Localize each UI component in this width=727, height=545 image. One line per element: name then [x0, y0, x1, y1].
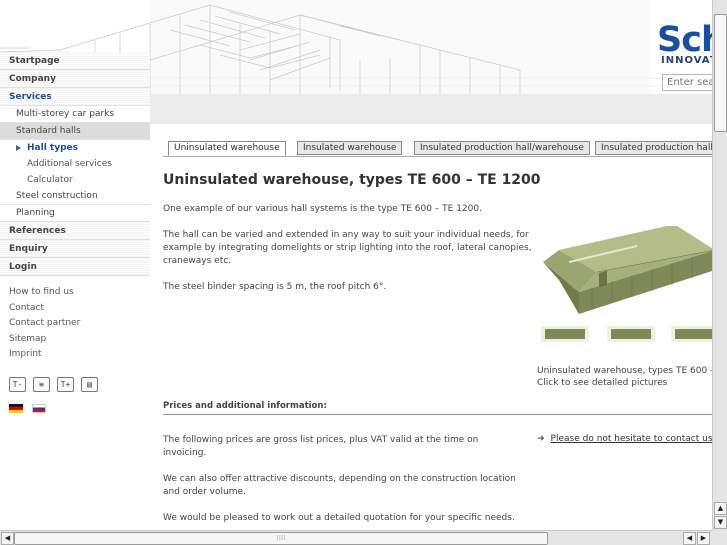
nav-item-references[interactable]: References — [0, 222, 150, 240]
thumbnail-strip — [541, 326, 712, 342]
tab-uninsulated-warehouse[interactable]: Uninsulated warehouse — [168, 141, 286, 156]
nav-item-planning[interactable]: Planning — [0, 205, 150, 222]
nav-item-multi-storey-car-parks[interactable]: Multi-storey car parks — [0, 106, 150, 123]
link-contact[interactable]: Contact — [0, 301, 150, 317]
prices-section: The following prices are gross list pric… — [163, 434, 523, 530]
text-view-icon[interactable]: ≡ — [33, 377, 50, 392]
nav-item-login[interactable]: Login — [0, 258, 150, 276]
contact-us-link[interactable]: ➜ Please do not hesitate to contact us! — [537, 434, 712, 444]
current-page-arrow-icon — [16, 145, 21, 151]
scroll-up-button[interactable]: ▲ — [714, 502, 727, 515]
image-caption[interactable]: Uninsulated warehouse, types TE 600 – T … — [537, 365, 712, 389]
nav-item-services[interactable]: Services — [0, 88, 150, 106]
nav-item-standard-halls[interactable]: Standard halls — [0, 123, 150, 140]
header-band — [150, 94, 712, 124]
quotation-paragraph: We would be pleased to work out a detail… — [163, 513, 515, 523]
nav-item-additional-services[interactable]: Additional services — [0, 156, 150, 172]
horizontal-scrollbar[interactable]: ◀ ⁞⁞⁞⁞ ◀ ▶ — [0, 530, 712, 545]
warehouse-product-image[interactable] — [537, 202, 712, 342]
main-content: Uninsulated warehouse, types TE 600 – TE… — [163, 172, 543, 307]
prices-paragraph: The following prices are gross list pric… — [163, 435, 479, 458]
scroll-left-button[interactable]: ◀ — [1, 532, 14, 545]
scroll-right-button[interactable]: ▶ — [697, 532, 710, 545]
nav-item-startpage[interactable]: Startpage — [0, 52, 150, 70]
nav-item-company[interactable]: Company — [0, 70, 150, 88]
sidebar-nav: Startpage Company Services Multi-storey … — [0, 52, 150, 363]
scroll-left-button-end[interactable]: ◀ — [683, 532, 696, 545]
print-icon[interactable]: ▤ — [81, 377, 98, 392]
browser-viewport: Sch INNOVAT Startpage Company Services M… — [0, 0, 712, 530]
page-title: Uninsulated warehouse, types TE 600 – TE… — [163, 172, 541, 188]
horizontal-scrollbar-thumb[interactable]: ⁞⁞⁞⁞ — [14, 532, 548, 545]
nav-item-enquiry[interactable]: Enquiry — [0, 240, 150, 258]
nav-item-hall-types-label: Hall types — [27, 143, 78, 153]
nav-item-steel-construction[interactable]: Steel construction — [0, 188, 150, 205]
intro-paragraph: One example of our various hall systems … — [163, 204, 482, 214]
tab-insulated-production-hall-warehouse[interactable]: Insulated production hall/warehouse — [414, 141, 590, 155]
vertical-scrollbar[interactable]: ▲ ▼ — [712, 0, 727, 530]
arrow-right-icon: ➜ — [537, 434, 545, 444]
hall-type-tabs: Uninsulated warehouse Insulated warehous… — [163, 141, 712, 157]
flag-russian-icon[interactable] — [32, 404, 46, 413]
company-logo[interactable]: Sch — [657, 20, 712, 60]
text-larger-icon[interactable]: T+ — [57, 377, 74, 392]
language-switcher — [9, 404, 46, 413]
company-logo-tagline: INNOVAT — [661, 55, 712, 66]
nav-item-calculator[interactable]: Calculator — [0, 172, 150, 188]
image-caption-hint: Click to see detailed pictures — [537, 378, 668, 388]
search-input[interactable] — [662, 74, 712, 91]
page-tools: T- ≡ T+ ▤ — [9, 377, 98, 392]
discounts-paragraph: We can also offer attractive discounts, … — [163, 474, 516, 497]
contact-us-link-label: Please do not hesitate to contact us! — [550, 434, 712, 444]
text-smaller-icon[interactable]: T- — [9, 377, 26, 392]
tab-insulated-warehouse[interactable]: Insulated warehouse — [297, 141, 403, 155]
description-paragraph: The hall can be varied and extended in a… — [163, 230, 532, 266]
flag-german-icon[interactable] — [9, 404, 23, 413]
nav-item-hall-types[interactable]: Hall types — [0, 140, 150, 156]
link-how-to-find-us[interactable]: How to find us — [0, 285, 150, 301]
scroll-down-button[interactable]: ▼ — [714, 516, 727, 529]
link-sitemap[interactable]: Sitemap — [0, 332, 150, 348]
link-contact-partner[interactable]: Contact partner — [0, 316, 150, 332]
specs-paragraph: The steel binder spacing is 5 m, the roo… — [163, 282, 387, 292]
vertical-scrollbar-thumb[interactable] — [714, 14, 727, 132]
prices-section-heading: Prices and additional information: — [163, 401, 712, 415]
scrollbar-corner — [712, 530, 727, 545]
link-imprint[interactable]: Imprint — [0, 347, 150, 363]
tab-insulated-production-hall[interactable]: Insulated production hall — [595, 141, 712, 155]
image-caption-title: Uninsulated warehouse, types TE 600 – T — [537, 366, 712, 376]
